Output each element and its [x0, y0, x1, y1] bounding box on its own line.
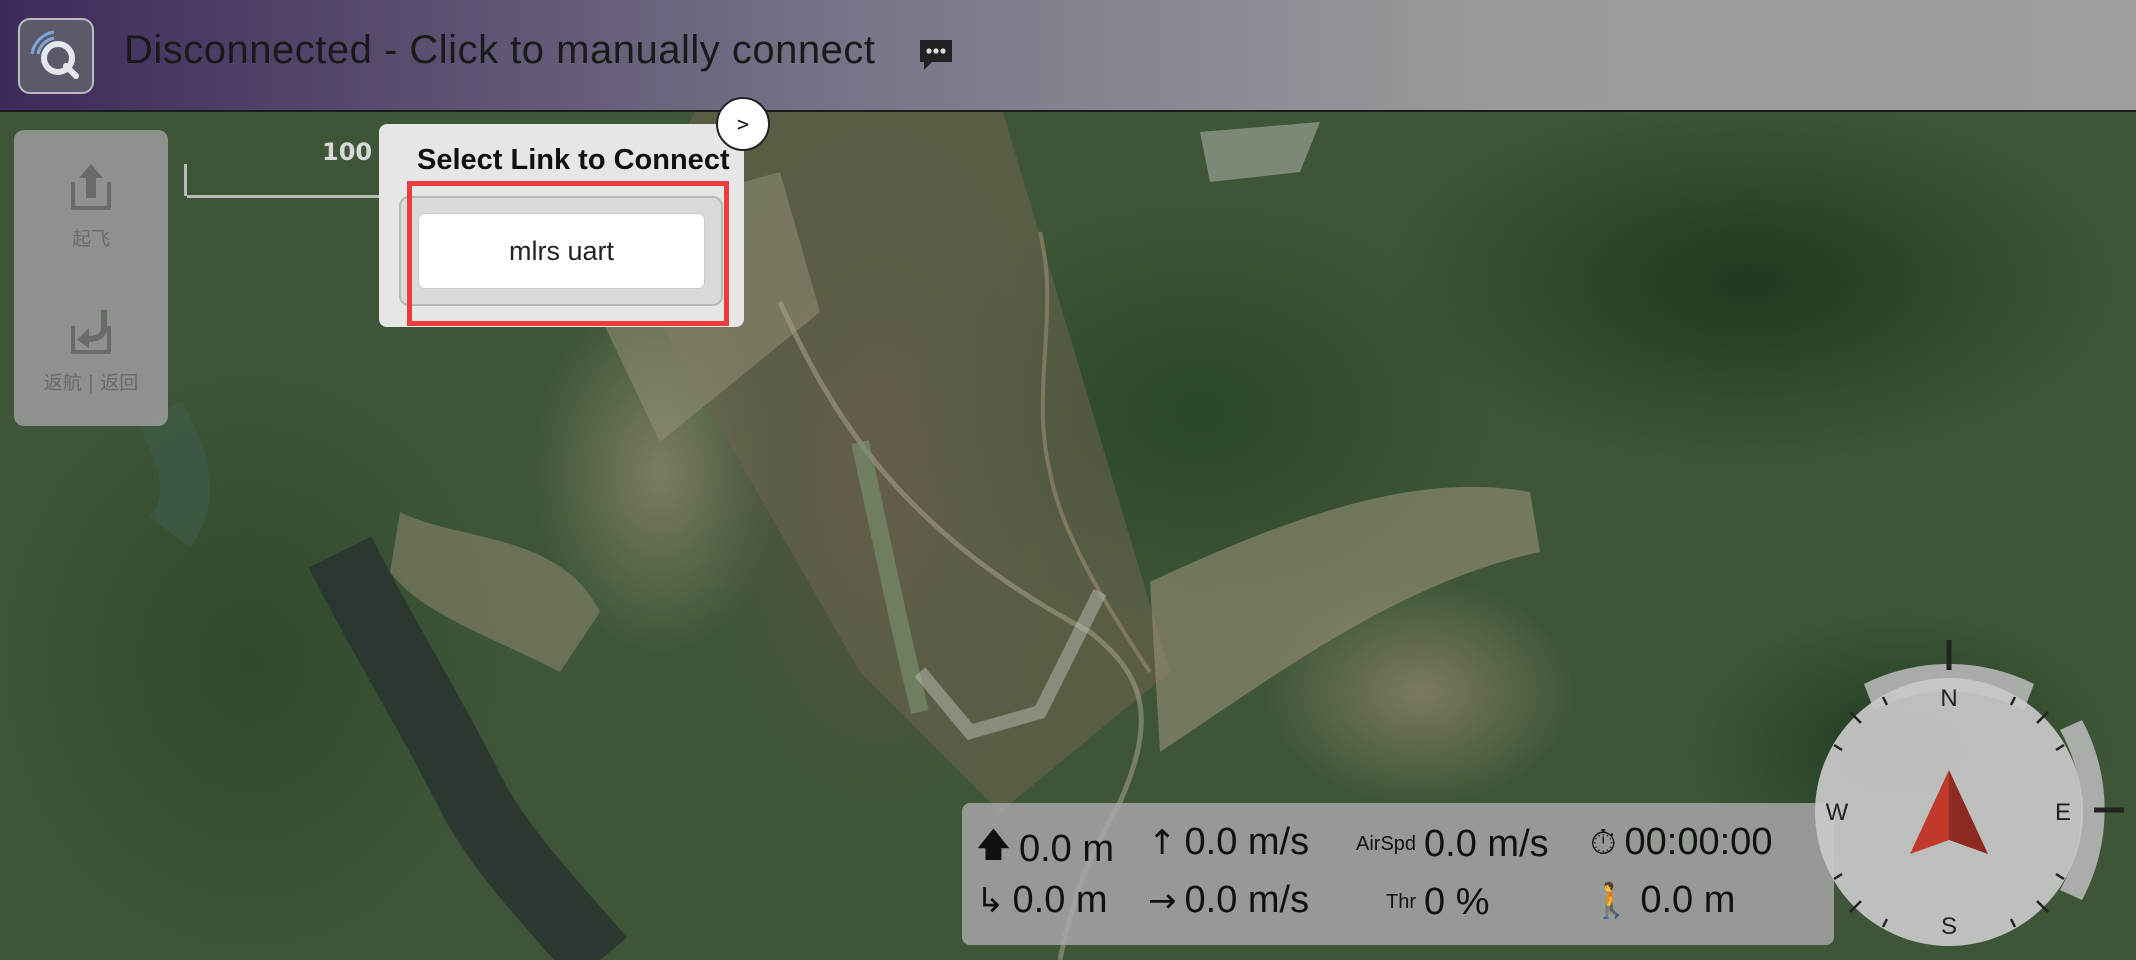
- arrow-up-icon: ↑: [1148, 822, 1177, 863]
- throttle-label: Thr: [1386, 891, 1416, 913]
- return-button[interactable]: 返航 | 返回: [14, 302, 168, 395]
- altitude-readout: 🡅 0.0 m: [976, 821, 1114, 878]
- throttle-value: 0 %: [1424, 881, 1490, 923]
- flight-time-readout: ⏱ 00:00:00: [1590, 821, 1772, 864]
- flight-time-value: 00:00:00: [1624, 821, 1773, 863]
- return-icon: [71, 310, 111, 354]
- distance-home-value: 0.0 m: [1012, 879, 1108, 921]
- arrow-right-icon: →: [1148, 880, 1177, 921]
- throttle-readout: Thr 0 %: [1386, 881, 1489, 924]
- distance-home-readout: ↳ 0.0 m: [976, 879, 1108, 922]
- select-link-popup: Select Link to Connect mlrs uart: [379, 124, 744, 327]
- compass-west: W: [1826, 799, 1849, 826]
- return-label: 返航 | 返回: [43, 372, 139, 394]
- vertical-speed-value: 0.0 m/s: [1184, 821, 1310, 863]
- link-button-mlrs-uart[interactable]: mlrs uart: [419, 214, 704, 288]
- takeoff-button[interactable]: 起飞: [14, 158, 168, 251]
- walking-person-icon: 🚶: [1590, 880, 1633, 921]
- airspeed-label: AirSpd: [1356, 833, 1417, 855]
- distance-walked-readout: 🚶 0.0 m: [1590, 879, 1735, 922]
- compass-south: S: [1941, 913, 1957, 940]
- vertical-speed-readout: ↑ 0.0 m/s: [1148, 821, 1309, 864]
- airspeed-value: 0.0 m/s: [1424, 823, 1549, 865]
- telemetry-panel: 🡅 0.0 m ↑ 0.0 m/s AirSpd 0.0 m/s ⏱ 00:00…: [962, 803, 1834, 945]
- takeoff-label: 起飞: [71, 228, 110, 250]
- airspeed-readout: AirSpd 0.0 m/s: [1356, 823, 1549, 866]
- compass-north: N: [1940, 685, 1957, 712]
- compass-east: E: [2055, 799, 2071, 826]
- compass-widget: N E S W: [1815, 640, 2124, 946]
- tool-strip: 起飞 返航 | 返回: [14, 130, 168, 426]
- toolbar: Disconnected - Click to manually connect: [0, 0, 2136, 112]
- connection-status[interactable]: Disconnected - Click to manually connect: [124, 28, 875, 73]
- stopwatch-icon: ⏱: [1590, 822, 1617, 863]
- horizontal-speed-value: 0.0 m/s: [1184, 879, 1310, 921]
- arrow-up-bold-icon: 🡅: [976, 825, 1011, 865]
- altitude-value: 0.0 m: [1018, 828, 1114, 870]
- takeoff-icon: [71, 164, 111, 210]
- horizontal-speed-readout: → 0.0 m/s: [1148, 879, 1309, 922]
- popup-title: Select Link to Connect: [417, 144, 730, 176]
- distance-walked-value: 0.0 m: [1640, 879, 1736, 921]
- chat-bubble-icon[interactable]: [916, 36, 956, 76]
- arrow-down-right-icon: ↳: [976, 880, 1005, 921]
- collapse-button[interactable]: >: [716, 97, 770, 151]
- qgc-logo-icon[interactable]: [18, 18, 94, 94]
